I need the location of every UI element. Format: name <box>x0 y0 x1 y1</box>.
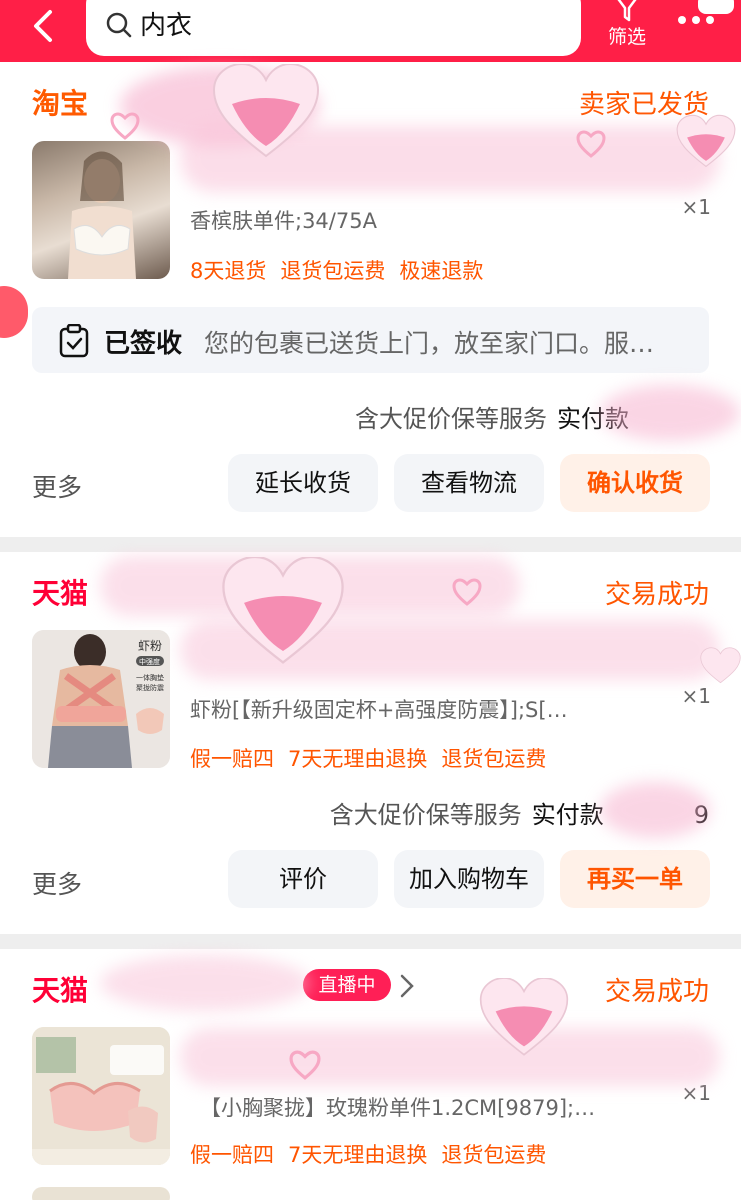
top-bar: 内衣 筛选 <box>0 0 741 62</box>
back-icon[interactable] <box>22 4 66 48</box>
product-spec: 【小胸聚拢】玫瑰粉单件1.2CM[9879];… <box>200 1096 596 1120</box>
heart-sticker-icon <box>212 64 320 158</box>
blur-sticker <box>100 955 310 1011</box>
filter-button[interactable]: 筛选 <box>596 0 658 58</box>
heart-outline-icon <box>289 1050 321 1080</box>
service-tags: 8天退货 退货包运费 极速退款 <box>190 255 497 285</box>
product-spec: 香槟肤单件;34/75A <box>190 209 377 233</box>
buy-again-button[interactable]: 再买一单 <box>560 850 710 908</box>
chevron-right-icon[interactable] <box>398 972 416 1000</box>
logistics-text: 您的包裹已送货上门，放至家门口。服… <box>204 329 655 358</box>
blur-sticker <box>600 385 740 441</box>
live-badge[interactable]: 直播中 <box>303 969 391 1001</box>
tag: 7天无理由退换 <box>288 1143 428 1167</box>
product-image[interactable] <box>32 141 170 279</box>
search-input[interactable]: 内衣 <box>86 0 581 56</box>
heart-outline-icon <box>452 578 482 606</box>
service-tags: 假一赔四 7天无理由退换 退货包运费 <box>190 1139 560 1169</box>
service-tags: 假一赔四 7天无理由退换 退货包运费 <box>190 743 560 773</box>
blur-sticker <box>600 782 710 838</box>
heart-outline-icon <box>110 112 140 140</box>
tag: 极速退款 <box>399 259 484 283</box>
shop-name[interactable]: 天猫 <box>32 572 88 612</box>
paid-label: 实付款 <box>531 801 604 829</box>
tag: 7天无理由退换 <box>288 747 428 771</box>
thumb-title: 虾粉 <box>138 639 162 653</box>
thumb-sub: 中强度 <box>139 657 160 666</box>
logistics-bar[interactable]: 已签收 您的包裹已送货上门，放至家门口。服… <box>32 307 709 373</box>
search-icon <box>104 10 134 40</box>
more-button[interactable]: 更多 <box>32 468 82 504</box>
tag: 退货包运费 <box>441 747 547 771</box>
thumb-line: 聚拢防震 <box>136 683 164 692</box>
more-icon[interactable] <box>672 0 734 34</box>
filter-icon <box>617 0 637 22</box>
clipboard-check-icon <box>58 323 90 358</box>
product-image[interactable]: 虾粉 中强度 一体胸垫 聚拢防震 <box>32 630 170 768</box>
product-qty: ×1 <box>681 195 711 219</box>
tag: 退货包运费 <box>441 1143 547 1167</box>
shop-name[interactable]: 淘宝 <box>32 82 88 122</box>
heart-sticker-icon <box>222 557 344 664</box>
tag: 8天退货 <box>190 259 267 283</box>
review-button[interactable]: 评价 <box>228 850 378 908</box>
product-spec: 虾粉[【新升级固定杯+高强度防震】];S[… <box>190 698 568 722</box>
thumb-line: 一体胸垫 <box>136 673 164 682</box>
service-note: 含大促价保等服务 <box>329 801 522 829</box>
extend-receipt-button[interactable]: 延长收货 <box>228 454 378 512</box>
live-badge-label: 直播中 <box>318 974 376 996</box>
product-image[interactable] <box>32 1187 170 1200</box>
add-to-cart-button[interactable]: 加入购物车 <box>394 850 544 908</box>
order-status: 交易成功 <box>604 580 709 610</box>
tag: 退货包运费 <box>280 259 386 283</box>
logistics-status: 已签收 <box>104 329 183 359</box>
heart-sticker-icon <box>676 114 736 168</box>
blur-sticker <box>180 1028 720 1086</box>
heart-sticker-icon <box>479 978 569 1056</box>
product-image[interactable] <box>32 1027 170 1165</box>
heart-sticker-icon <box>700 647 741 684</box>
service-note: 含大促价保等服务 <box>355 405 547 433</box>
search-query: 内衣 <box>140 11 193 41</box>
heart-outline-icon <box>576 130 606 158</box>
confirm-receipt-button[interactable]: 确认收货 <box>560 454 710 512</box>
tag: 假一赔四 <box>190 1143 274 1167</box>
view-logistics-button[interactable]: 查看物流 <box>394 454 544 512</box>
order-status: 交易成功 <box>604 977 709 1007</box>
more-button[interactable]: 更多 <box>32 865 82 901</box>
shop-name[interactable]: 天猫 <box>32 969 88 1009</box>
payment-line: 含大促价保等服务 实付款 <box>355 399 629 434</box>
tag: 假一赔四 <box>190 747 274 771</box>
filter-label: 筛选 <box>607 26 646 48</box>
